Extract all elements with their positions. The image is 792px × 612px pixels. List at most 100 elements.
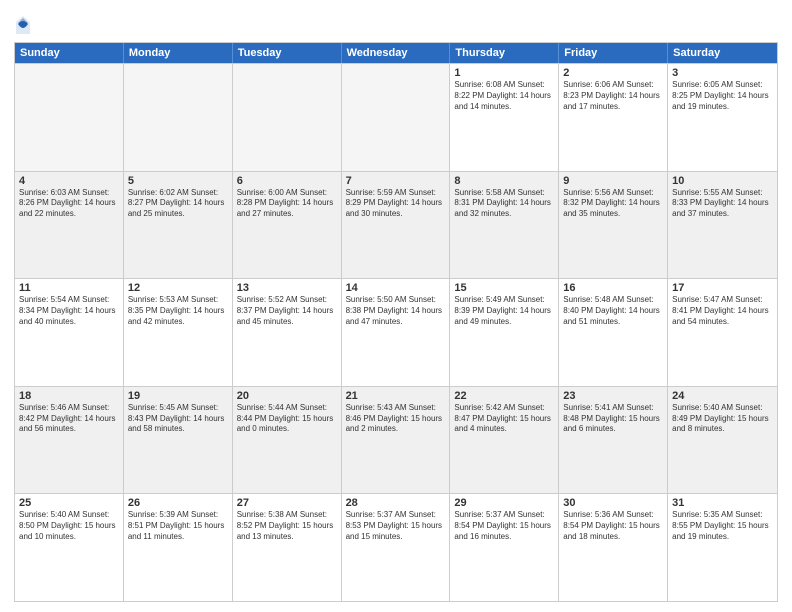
cal-cell: 16Sunrise: 5:48 AM Sunset: 8:40 PM Dayli… (559, 279, 668, 386)
cell-info-text: Sunrise: 6:06 AM Sunset: 8:23 PM Dayligh… (563, 80, 663, 112)
cal-cell: 20Sunrise: 5:44 AM Sunset: 8:44 PM Dayli… (233, 387, 342, 494)
day-number: 15 (454, 282, 554, 294)
day-number: 21 (346, 390, 446, 402)
cal-cell (124, 64, 233, 171)
cell-info-text: Sunrise: 5:56 AM Sunset: 8:32 PM Dayligh… (563, 188, 663, 220)
cal-cell: 21Sunrise: 5:43 AM Sunset: 8:46 PM Dayli… (342, 387, 451, 494)
calendar-body: 1Sunrise: 6:08 AM Sunset: 8:22 PM Daylig… (15, 63, 777, 601)
cal-header-friday: Friday (559, 43, 668, 63)
cal-cell: 11Sunrise: 5:54 AM Sunset: 8:34 PM Dayli… (15, 279, 124, 386)
cal-row-2: 4Sunrise: 6:03 AM Sunset: 8:26 PM Daylig… (15, 171, 777, 279)
cell-info-text: Sunrise: 5:52 AM Sunset: 8:37 PM Dayligh… (237, 295, 337, 327)
cell-info-text: Sunrise: 5:40 AM Sunset: 8:50 PM Dayligh… (19, 510, 119, 542)
day-number: 31 (672, 497, 773, 509)
cal-cell: 12Sunrise: 5:53 AM Sunset: 8:35 PM Dayli… (124, 279, 233, 386)
day-number: 13 (237, 282, 337, 294)
cal-cell: 7Sunrise: 5:59 AM Sunset: 8:29 PM Daylig… (342, 172, 451, 279)
cell-info-text: Sunrise: 6:00 AM Sunset: 8:28 PM Dayligh… (237, 188, 337, 220)
day-number: 16 (563, 282, 663, 294)
cal-cell: 22Sunrise: 5:42 AM Sunset: 8:47 PM Dayli… (450, 387, 559, 494)
cal-cell: 18Sunrise: 5:46 AM Sunset: 8:42 PM Dayli… (15, 387, 124, 494)
cal-cell: 24Sunrise: 5:40 AM Sunset: 8:49 PM Dayli… (668, 387, 777, 494)
cell-info-text: Sunrise: 5:39 AM Sunset: 8:51 PM Dayligh… (128, 510, 228, 542)
day-number: 9 (563, 175, 663, 187)
logo (14, 14, 34, 36)
cal-cell: 9Sunrise: 5:56 AM Sunset: 8:32 PM Daylig… (559, 172, 668, 279)
cell-info-text: Sunrise: 5:49 AM Sunset: 8:39 PM Dayligh… (454, 295, 554, 327)
day-number: 14 (346, 282, 446, 294)
cal-cell: 2Sunrise: 6:06 AM Sunset: 8:23 PM Daylig… (559, 64, 668, 171)
cal-cell: 10Sunrise: 5:55 AM Sunset: 8:33 PM Dayli… (668, 172, 777, 279)
cal-cell: 17Sunrise: 5:47 AM Sunset: 8:41 PM Dayli… (668, 279, 777, 386)
day-number: 25 (19, 497, 119, 509)
cell-info-text: Sunrise: 5:42 AM Sunset: 8:47 PM Dayligh… (454, 403, 554, 435)
cell-info-text: Sunrise: 5:44 AM Sunset: 8:44 PM Dayligh… (237, 403, 337, 435)
calendar: SundayMondayTuesdayWednesdayThursdayFrid… (14, 42, 778, 602)
cell-info-text: Sunrise: 5:37 AM Sunset: 8:53 PM Dayligh… (346, 510, 446, 542)
cal-cell: 14Sunrise: 5:50 AM Sunset: 8:38 PM Dayli… (342, 279, 451, 386)
day-number: 5 (128, 175, 228, 187)
cell-info-text: Sunrise: 5:50 AM Sunset: 8:38 PM Dayligh… (346, 295, 446, 327)
calendar-page: SundayMondayTuesdayWednesdayThursdayFrid… (0, 0, 792, 612)
logo-icon (14, 14, 32, 36)
cal-cell: 3Sunrise: 6:05 AM Sunset: 8:25 PM Daylig… (668, 64, 777, 171)
cal-header-wednesday: Wednesday (342, 43, 451, 63)
day-number: 26 (128, 497, 228, 509)
day-number: 18 (19, 390, 119, 402)
day-number: 24 (672, 390, 773, 402)
cell-info-text: Sunrise: 6:03 AM Sunset: 8:26 PM Dayligh… (19, 188, 119, 220)
day-number: 2 (563, 67, 663, 79)
day-number: 4 (19, 175, 119, 187)
cal-cell: 31Sunrise: 5:35 AM Sunset: 8:55 PM Dayli… (668, 494, 777, 601)
day-number: 3 (672, 67, 773, 79)
cal-header-thursday: Thursday (450, 43, 559, 63)
cal-cell: 5Sunrise: 6:02 AM Sunset: 8:27 PM Daylig… (124, 172, 233, 279)
cell-info-text: Sunrise: 5:43 AM Sunset: 8:46 PM Dayligh… (346, 403, 446, 435)
cal-header-sunday: Sunday (15, 43, 124, 63)
day-number: 6 (237, 175, 337, 187)
header (14, 10, 778, 36)
calendar-header-row: SundayMondayTuesdayWednesdayThursdayFrid… (15, 43, 777, 63)
cell-info-text: Sunrise: 6:08 AM Sunset: 8:22 PM Dayligh… (454, 80, 554, 112)
cell-info-text: Sunrise: 5:36 AM Sunset: 8:54 PM Dayligh… (563, 510, 663, 542)
cal-cell: 1Sunrise: 6:08 AM Sunset: 8:22 PM Daylig… (450, 64, 559, 171)
cal-row-5: 25Sunrise: 5:40 AM Sunset: 8:50 PM Dayli… (15, 493, 777, 601)
day-number: 11 (19, 282, 119, 294)
cell-info-text: Sunrise: 6:02 AM Sunset: 8:27 PM Dayligh… (128, 188, 228, 220)
cal-cell: 15Sunrise: 5:49 AM Sunset: 8:39 PM Dayli… (450, 279, 559, 386)
cell-info-text: Sunrise: 6:05 AM Sunset: 8:25 PM Dayligh… (672, 80, 773, 112)
day-number: 10 (672, 175, 773, 187)
day-number: 7 (346, 175, 446, 187)
day-number: 19 (128, 390, 228, 402)
cal-cell (233, 64, 342, 171)
cal-cell: 27Sunrise: 5:38 AM Sunset: 8:52 PM Dayli… (233, 494, 342, 601)
day-number: 29 (454, 497, 554, 509)
cell-info-text: Sunrise: 5:40 AM Sunset: 8:49 PM Dayligh… (672, 403, 773, 435)
cal-header-tuesday: Tuesday (233, 43, 342, 63)
day-number: 1 (454, 67, 554, 79)
cell-info-text: Sunrise: 5:59 AM Sunset: 8:29 PM Dayligh… (346, 188, 446, 220)
day-number: 27 (237, 497, 337, 509)
cell-info-text: Sunrise: 5:38 AM Sunset: 8:52 PM Dayligh… (237, 510, 337, 542)
cell-info-text: Sunrise: 5:45 AM Sunset: 8:43 PM Dayligh… (128, 403, 228, 435)
cal-row-1: 1Sunrise: 6:08 AM Sunset: 8:22 PM Daylig… (15, 63, 777, 171)
day-number: 23 (563, 390, 663, 402)
cal-cell: 6Sunrise: 6:00 AM Sunset: 8:28 PM Daylig… (233, 172, 342, 279)
day-number: 28 (346, 497, 446, 509)
cal-cell: 8Sunrise: 5:58 AM Sunset: 8:31 PM Daylig… (450, 172, 559, 279)
cal-header-saturday: Saturday (668, 43, 777, 63)
day-number: 30 (563, 497, 663, 509)
cell-info-text: Sunrise: 5:35 AM Sunset: 8:55 PM Dayligh… (672, 510, 773, 542)
cell-info-text: Sunrise: 5:53 AM Sunset: 8:35 PM Dayligh… (128, 295, 228, 327)
cell-info-text: Sunrise: 5:55 AM Sunset: 8:33 PM Dayligh… (672, 188, 773, 220)
day-number: 20 (237, 390, 337, 402)
cal-row-4: 18Sunrise: 5:46 AM Sunset: 8:42 PM Dayli… (15, 386, 777, 494)
day-number: 12 (128, 282, 228, 294)
day-number: 8 (454, 175, 554, 187)
cal-cell: 26Sunrise: 5:39 AM Sunset: 8:51 PM Dayli… (124, 494, 233, 601)
cal-cell (342, 64, 451, 171)
day-number: 22 (454, 390, 554, 402)
cell-info-text: Sunrise: 5:54 AM Sunset: 8:34 PM Dayligh… (19, 295, 119, 327)
cal-row-3: 11Sunrise: 5:54 AM Sunset: 8:34 PM Dayli… (15, 278, 777, 386)
cell-info-text: Sunrise: 5:47 AM Sunset: 8:41 PM Dayligh… (672, 295, 773, 327)
